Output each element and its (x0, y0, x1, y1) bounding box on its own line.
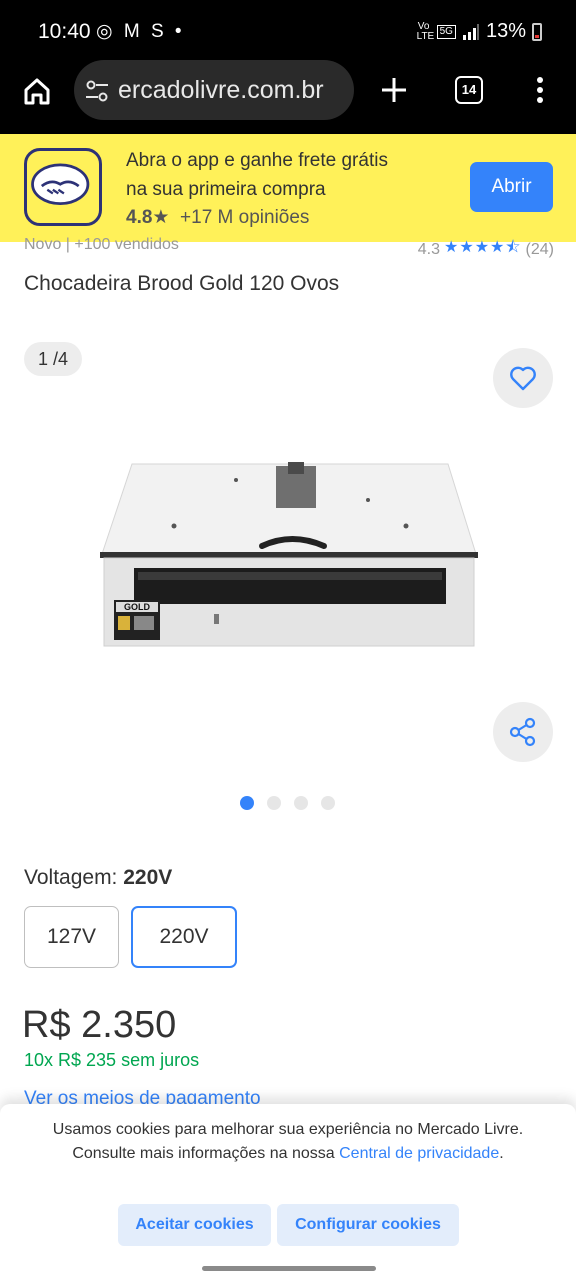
voltage-label: Voltagem: 220V (24, 866, 172, 890)
rating-stars-icon: ★★★★⯪ (444, 239, 522, 256)
banner-line-1: Abra o app e ganhe frete grátis (126, 150, 388, 171)
home-icon[interactable] (22, 76, 52, 106)
accept-cookies-button[interactable]: Aceitar cookies (118, 1204, 271, 1246)
url-text[interactable]: ercadolivre.com.br (118, 76, 346, 105)
banner-message: Abra o app e ganhe frete grátis na sua p… (126, 146, 388, 204)
battery-icon (532, 22, 542, 41)
open-app-button[interactable]: Abrir (470, 162, 553, 212)
gallery-dot[interactable] (267, 796, 281, 810)
product-meta: Novo | +100 vendidos 4.3 ★★★★⯪ (24) (24, 236, 554, 258)
status-right: Vo LTE 5G 13% (417, 20, 542, 43)
mercadolivre-logo (24, 148, 102, 226)
cookie-banner: Usamos cookies para melhorar sua experiê… (0, 1104, 576, 1280)
status-bar: 10:40 ◎ M S • Vo LTE 5G 13% (0, 0, 576, 64)
heart-icon (510, 366, 536, 391)
privacy-center-link[interactable]: Central de privacidade (339, 1145, 499, 1162)
gallery-dot[interactable] (294, 796, 308, 810)
app-reviews: +17 M opiniões (180, 207, 310, 228)
image-brand-label: GOLD (124, 602, 150, 612)
battery-percent: 13% (485, 20, 526, 42)
clock: 10:40 (38, 20, 91, 43)
voltage-option-127v[interactable]: 127V (24, 906, 119, 968)
volte-icon: Vo LTE (416, 20, 435, 42)
browser-toolbar: ercadolivre.com.br 14 (0, 60, 576, 134)
gallery-pagination (240, 796, 335, 810)
gallery-dot[interactable] (240, 796, 254, 810)
cookie-message: Usamos cookies para melhorar sua experiê… (30, 1118, 546, 1166)
app-rating-value: 4.8 (126, 207, 153, 228)
review-count: (24) (525, 240, 554, 258)
rating-value: 4.3 (417, 240, 441, 258)
cookie-text-end: . (499, 1145, 504, 1162)
rating-summary[interactable]: 4.3 ★★★★⯪ (24) (418, 236, 554, 258)
new-tab-icon[interactable] (378, 74, 410, 106)
signal-icon (462, 23, 479, 40)
voltage-label-text: Voltagem: (24, 866, 124, 889)
gesture-bar (202, 1266, 376, 1271)
condition-sold: Novo | +100 vendidos (24, 236, 179, 253)
star-icon: ★ (152, 207, 170, 228)
share-button[interactable] (493, 702, 553, 762)
favorite-button[interactable] (493, 348, 553, 408)
tab-switcher-button[interactable]: 14 (455, 76, 483, 104)
app-rating: 4.8★ +17 M opiniões (126, 206, 309, 229)
voltage-option-220v[interactable]: 220V (131, 906, 237, 968)
more-menu-icon[interactable] (530, 74, 550, 106)
5g-icon: 5G (436, 24, 456, 39)
voltage-selected-value: 220V (123, 866, 173, 889)
installments: 10x R$ 235 sem juros (24, 1050, 200, 1070)
notification-icons: ◎ M S • (96, 21, 185, 42)
gallery-dot[interactable] (321, 796, 335, 810)
price: R$ 2.350 (22, 1004, 177, 1046)
site-settings-icon[interactable] (84, 78, 110, 104)
banner-line-2: na sua primeira compra (126, 179, 326, 200)
app-install-banner: Abra o app e ganhe frete grátis na sua p… (0, 134, 576, 242)
product-image[interactable]: GOLD (96, 450, 482, 660)
product-title: Chocadeira Brood Gold 120 Ovos (24, 272, 340, 295)
share-icon (509, 717, 536, 747)
configure-cookies-button[interactable]: Configurar cookies (277, 1204, 459, 1246)
image-counter: 1 /4 (24, 342, 82, 376)
